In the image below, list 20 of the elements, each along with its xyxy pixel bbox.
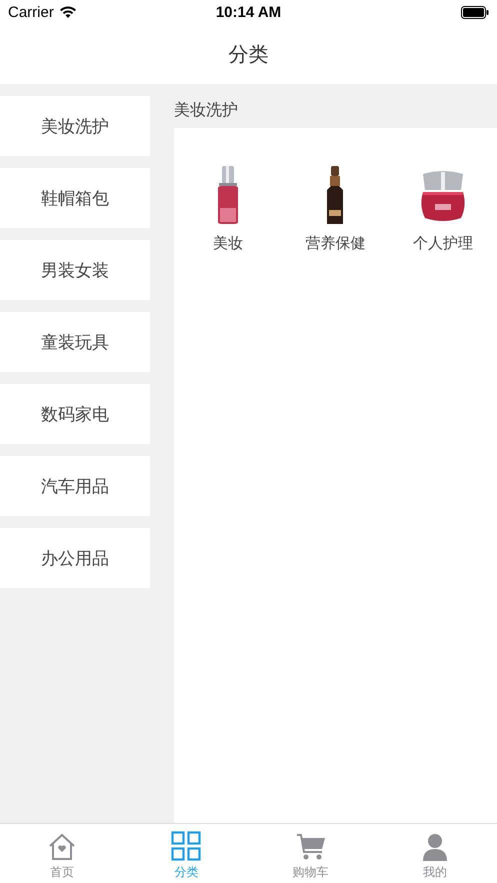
page-title: 分类	[228, 41, 268, 68]
category-item[interactable]: 童装玩具	[0, 312, 150, 372]
category-item[interactable]: 美妆洗护	[0, 96, 150, 156]
category-label[interactable]: 美妆	[212, 234, 243, 253]
wifi-icon	[58, 6, 77, 19]
category-label[interactable]: 个人护理	[413, 234, 474, 253]
category-label[interactable]: 营养保健	[305, 234, 366, 253]
home-icon	[48, 833, 76, 861]
category-item[interactable]: 办公用品	[0, 528, 150, 588]
category-item[interactable]: 男装女装	[0, 240, 150, 300]
category-item[interactable]: 汽车用品	[0, 456, 150, 516]
grid-icon	[171, 831, 202, 861]
battery-icon	[461, 6, 489, 19]
category-item[interactable]: 鞋帽箱包	[0, 168, 150, 228]
carrier-name: Carrier	[8, 4, 54, 21]
section-title: 美妆洗护	[174, 98, 239, 120]
status-time: 10:14 AM	[216, 4, 282, 21]
cart-icon	[296, 833, 326, 861]
category-item[interactable]: 数码家电	[0, 384, 150, 444]
person-icon	[422, 833, 448, 861]
